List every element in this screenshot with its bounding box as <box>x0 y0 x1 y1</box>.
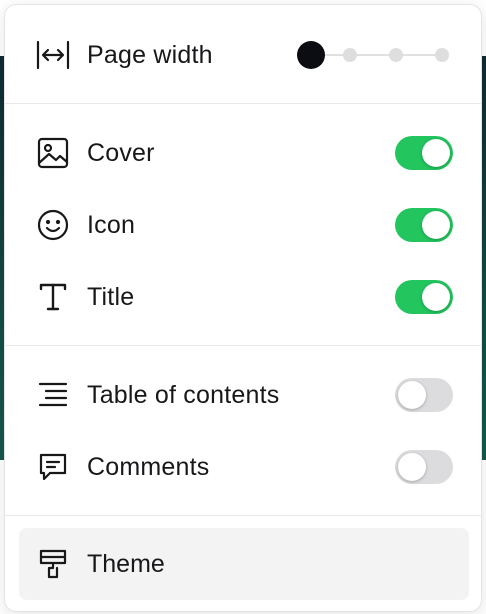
stepper-track <box>311 54 445 56</box>
divider <box>5 103 481 104</box>
page-width-step-3[interactable] <box>389 48 403 62</box>
smiley-icon <box>35 207 71 243</box>
comments-label: Comments <box>87 452 210 481</box>
icon-toggle[interactable] <box>395 208 453 242</box>
page-width-step-4[interactable] <box>435 48 449 62</box>
toggle-knob <box>422 283 450 311</box>
page-width-icon <box>35 37 71 73</box>
toc-label: Table of contents <box>87 380 280 409</box>
toggle-knob <box>398 381 426 409</box>
page-width-step-2[interactable] <box>343 48 357 62</box>
toggle-knob <box>398 453 426 481</box>
text-type-icon <box>35 279 71 315</box>
title-row: Title <box>5 267 481 327</box>
divider <box>5 515 481 516</box>
paint-roller-icon <box>35 546 71 582</box>
image-icon <box>35 135 71 171</box>
title-label: Title <box>87 282 135 311</box>
page-width-step-1[interactable] <box>297 41 325 69</box>
list-icon <box>35 377 71 413</box>
toc-row: Table of contents <box>5 365 481 425</box>
comments-row: Comments <box>5 437 481 497</box>
page-settings-menu: Page width Cover Icon Title Table of con… <box>4 4 482 612</box>
icon-row: Icon <box>5 195 481 255</box>
comment-icon <box>35 449 71 485</box>
comments-toggle[interactable] <box>395 450 453 484</box>
theme-menu-item[interactable]: Theme <box>19 528 469 600</box>
cover-toggle[interactable] <box>395 136 453 170</box>
cover-row: Cover <box>5 123 481 183</box>
title-toggle[interactable] <box>395 280 453 314</box>
page-width-stepper[interactable] <box>297 41 451 69</box>
divider <box>5 345 481 346</box>
cover-label: Cover <box>87 138 155 167</box>
page-width-label: Page width <box>87 40 213 69</box>
toc-toggle[interactable] <box>395 378 453 412</box>
theme-label: Theme <box>87 550 165 578</box>
icon-label: Icon <box>87 210 136 239</box>
toggle-knob <box>422 139 450 167</box>
page-width-row: Page width <box>5 25 481 85</box>
toggle-knob <box>422 211 450 239</box>
